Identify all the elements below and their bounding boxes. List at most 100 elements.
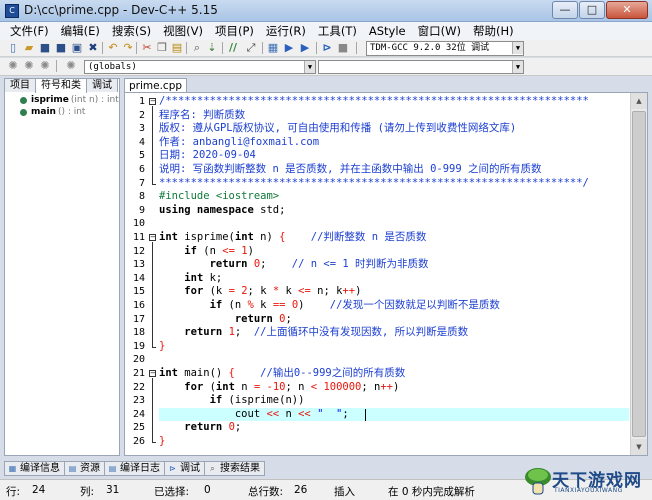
code-line[interactable]: if (n % k == 0) //发现一个因数就足以判断不是质数 <box>159 299 629 313</box>
stop-icon[interactable]: ■ <box>336 41 350 55</box>
code-line[interactable]: } <box>159 435 629 449</box>
replace-icon[interactable]: ⇣ <box>205 41 219 55</box>
code-line[interactable] <box>159 353 629 367</box>
insert-icon[interactable]: ✺ <box>22 59 36 73</box>
code-line[interactable]: if (isprime(n)) <box>159 394 629 408</box>
chevron-down-icon[interactable]: ▼ <box>304 61 315 73</box>
scroll-down-icon[interactable]: ▼ <box>631 439 647 455</box>
code-line[interactable]: return 0; <box>159 421 629 435</box>
run-icon[interactable]: ▶ <box>282 41 296 55</box>
tab-compiler-output[interactable]: ▦ 编译信息 <box>4 461 65 476</box>
menu-run[interactable]: 运行(R) <box>260 23 312 39</box>
code-line[interactable] <box>159 217 629 231</box>
tab-resources[interactable]: ▤ 资源 <box>64 461 105 476</box>
tab-project[interactable]: 项目 <box>4 78 36 92</box>
code-line[interactable]: if (n <= 1) <box>159 245 629 259</box>
compile-icon[interactable]: ▦ <box>266 41 280 55</box>
save-all-icon[interactable]: ■ <box>54 41 68 55</box>
close-button[interactable]: ✕ <box>606 1 648 19</box>
chevron-down-icon[interactable]: ▼ <box>512 42 523 54</box>
code-line[interactable]: /***************************************… <box>159 95 629 109</box>
code-line[interactable]: 说明: 写函数判断整数 n 是否质数, 并在主函数中输出 0-999 之间的所有… <box>159 163 629 177</box>
menu-astyle[interactable]: AStyle <box>363 24 412 38</box>
comment-icon[interactable]: // <box>226 41 240 55</box>
tab-debug-output[interactable]: ⊳ 调试 <box>164 461 205 476</box>
code-line[interactable]: for (k = 2; k * k <= n; k++) <box>159 285 629 299</box>
code-token: ; n <box>285 380 311 393</box>
goto-line-icon[interactable]: ⤢ <box>244 41 258 55</box>
copy-icon[interactable]: ❐ <box>155 41 169 55</box>
code-editor[interactable]: 1 2 3 4 5 6 7 8 9 10 11 12 13 14 15 16 17 18 19 20 21 22 23 24 2… <box>124 92 648 456</box>
toggle-bookmark-icon[interactable]: ✺ <box>38 59 52 73</box>
code-line[interactable]: return 0; // n <= 1 时判断为非质数 <box>159 258 629 272</box>
fold-toggle-icon[interactable]: − <box>149 370 156 377</box>
code-token: //输出0--999之间的所有质数 <box>260 367 406 379</box>
code-line[interactable]: cout << n << " "; <box>159 407 629 422</box>
vertical-scrollbar[interactable]: ▲ ▼ <box>630 93 647 455</box>
menu-search[interactable]: 搜索(S) <box>106 23 157 39</box>
line-number: 4 <box>138 136 145 148</box>
line-number: 2 <box>138 109 145 121</box>
menu-project[interactable]: 项目(P) <box>209 23 260 39</box>
tab-prime-cpp[interactable]: prime.cpp <box>124 78 188 93</box>
menu-edit[interactable]: 编辑(E) <box>55 23 106 39</box>
fold-toggle-icon[interactable]: − <box>149 234 156 241</box>
cut-icon[interactable]: ✂ <box>140 41 154 55</box>
maximize-button[interactable]: □ <box>579 1 605 19</box>
left-panel-tabs: 项目 符号和类 调试 <box>4 78 118 93</box>
chevron-down-icon[interactable]: ▼ <box>512 61 523 73</box>
function-icon <box>20 96 27 104</box>
code-line[interactable]: int main() { //输出0--999之间的所有质数 <box>159 367 629 381</box>
code-line[interactable]: 日期: 2020-09-04 <box>159 149 629 163</box>
redo-icon[interactable]: ↷ <box>121 41 135 55</box>
code-line[interactable]: for (int n = -10; n < 100000; n++) <box>159 381 629 395</box>
code-line[interactable]: 版权: 遵从GPL版权协议, 可自由使用和传播 (请勿上传到收费性网络文库) <box>159 122 629 136</box>
tab-search-results[interactable]: ⌕ 搜索结果 <box>204 461 265 476</box>
paste-icon[interactable]: ▤ <box>170 41 184 55</box>
scroll-up-icon[interactable]: ▲ <box>631 93 647 109</box>
goto-bookmark-icon[interactable]: ✺ <box>64 59 78 73</box>
code-line[interactable]: return 0; <box>159 313 629 327</box>
fold-toggle-icon[interactable]: − <box>149 98 156 105</box>
code-line[interactable]: return 1; //上面循环中没有发现因数, 所以判断是质数 <box>159 326 629 340</box>
menu-tools[interactable]: 工具(T) <box>312 23 363 39</box>
minimize-button[interactable]: — <box>552 1 578 19</box>
tree-item-name: main <box>31 107 56 117</box>
toolbar-separator <box>186 42 187 54</box>
open-file-icon[interactable]: ▰ <box>22 41 36 55</box>
new-class-icon[interactable]: ✺ <box>6 59 20 73</box>
code-line[interactable]: using namespace std; <box>159 204 629 218</box>
compile-run-icon[interactable]: ▶ <box>298 41 312 55</box>
compiler-select[interactable]: TDM-GCC 9.2.0 32位 调试 ▼ <box>366 41 524 56</box>
tab-compile-log[interactable]: ▤ 编译日志 <box>104 461 165 476</box>
code-line[interactable]: ****************************************… <box>159 177 629 191</box>
menu-window[interactable]: 窗口(W) <box>412 23 467 39</box>
code-line[interactable]: 作者: anbangli@foxmail.com <box>159 136 629 150</box>
code-line[interactable]: int isprime(int n) { //判断整数 n 是否质数 <box>159 231 629 245</box>
search-icon[interactable]: ⌕ <box>190 41 204 55</box>
code-line[interactable]: 程序名: 判断质数 <box>159 109 629 123</box>
undo-icon[interactable]: ↶ <box>106 41 120 55</box>
close-all-icon[interactable]: ✖ <box>86 41 100 55</box>
new-file-icon[interactable]: ▯ <box>6 41 20 55</box>
tab-classes[interactable]: 符号和类 <box>35 78 87 93</box>
close-file-icon[interactable]: ▣ <box>70 41 84 55</box>
tab-debug[interactable]: 调试 <box>86 78 118 92</box>
code-line[interactable]: #include <iostream> <box>159 190 629 204</box>
menu-help[interactable]: 帮助(H) <box>467 23 520 39</box>
scrollbar-thumb[interactable] <box>632 111 646 437</box>
code-line[interactable]: int k; <box>159 272 629 286</box>
scope-select[interactable]: (globals) ▼ <box>84 60 316 74</box>
devcpp-app-icon[interactable]: C <box>5 4 19 18</box>
code-line[interactable]: } <box>159 340 629 354</box>
tree-item-main[interactable]: main () : int <box>6 106 119 118</box>
debug-icon[interactable]: ⊳ <box>320 41 334 55</box>
member-select[interactable]: ▼ <box>318 60 524 74</box>
menu-file[interactable]: 文件(F) <box>4 23 55 39</box>
save-icon[interactable]: ■ <box>38 41 52 55</box>
menu-view[interactable]: 视图(V) <box>157 23 209 39</box>
tree-item-isprime[interactable]: isprime (int n) : int <box>6 94 119 106</box>
